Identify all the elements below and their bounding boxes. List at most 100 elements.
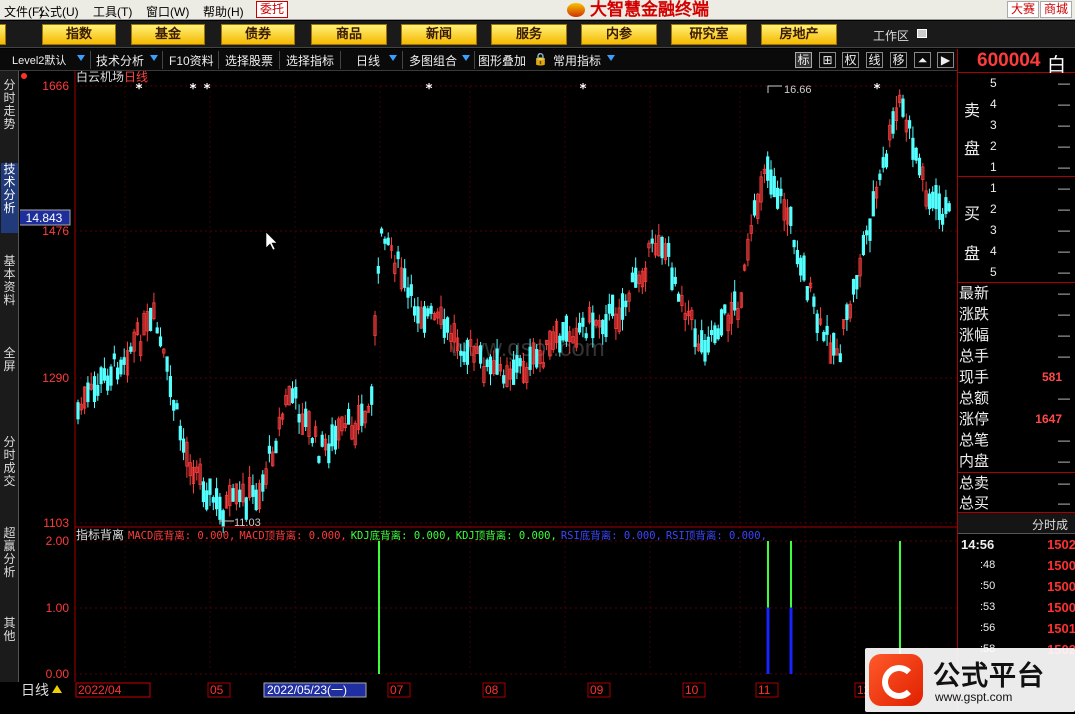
candle-body xyxy=(703,339,707,362)
candle-body xyxy=(211,497,215,503)
tick-price: 1500 xyxy=(1047,558,1075,573)
nav-insider-button[interactable]: 内参 xyxy=(581,24,657,45)
order-level: 2 xyxy=(990,139,997,153)
toolbar-technical-analysis[interactable]: 技术分析 xyxy=(96,52,144,69)
candle-body xyxy=(109,366,113,386)
order-book-row[interactable]: 1— xyxy=(958,178,1075,199)
gspt-logo-icon xyxy=(869,654,923,706)
toolbar-period-daily[interactable]: 日线 xyxy=(356,52,380,69)
settings-gear-icon[interactable] xyxy=(21,73,27,79)
indicator-term: RSI顶背离: 0.000, xyxy=(666,529,767,542)
stat-value: — xyxy=(1058,286,1070,300)
kline-chart[interactable]: 白云机场 日线 1666147612901103 14.843 www.gspt… xyxy=(20,71,957,682)
candle-body xyxy=(116,367,120,380)
tab-other[interactable]: 其他 xyxy=(1,617,18,657)
candle-body xyxy=(611,294,615,316)
dropdown-arrow-icon[interactable] xyxy=(389,55,397,61)
toolbar-select-indicator[interactable]: 选择指标 xyxy=(286,52,334,69)
toolbar-overlay[interactable]: 图形叠加 xyxy=(478,52,526,69)
line-tool-icon[interactable]: 线 xyxy=(866,52,883,68)
order-book-row[interactable]: 5— xyxy=(958,73,1075,94)
menu-help[interactable]: 帮助(H) xyxy=(203,3,244,20)
order-book-row[interactable]: 4— xyxy=(958,241,1075,262)
dropdown-arrow-icon[interactable] xyxy=(607,55,615,61)
nav-research-button[interactable]: 研究室 xyxy=(671,24,747,45)
order-book-row[interactable]: 3— xyxy=(958,220,1075,241)
tab-superwin[interactable]: 超赢分析 xyxy=(1,527,18,597)
tab-tick-trades[interactable]: 分时成交 xyxy=(1,436,18,506)
move-tool-icon[interactable]: 移 xyxy=(890,52,907,68)
toolbar-divider xyxy=(162,51,163,69)
candle-body xyxy=(584,333,588,339)
lock-icon[interactable]: 🔒 xyxy=(532,52,549,68)
tab-fundamentals[interactable]: 基本资料 xyxy=(1,255,18,325)
dropdown-arrow-icon[interactable] xyxy=(150,55,158,61)
nav-fund-button[interactable]: 基金 xyxy=(131,24,205,45)
nav-commodity-button[interactable]: 商品 xyxy=(311,24,387,45)
date-highlight: 2022/05/23(一) xyxy=(267,683,347,697)
menu-formula[interactable]: 公式(U) xyxy=(38,3,79,20)
order-level: 3 xyxy=(990,118,997,132)
candle-body xyxy=(376,265,380,274)
dropdown-arrow-icon[interactable] xyxy=(77,55,85,61)
tab-intraday[interactable]: 分时走势 xyxy=(1,79,18,149)
nav-realestate-button[interactable]: 房地产 xyxy=(761,24,837,45)
date-axis-bar[interactable]: 日线 2022/04 0506070809101112 2022/05/23(一… xyxy=(20,682,957,712)
signal-star-marker: * xyxy=(204,82,211,97)
toolbar-common-indicators[interactable]: 常用指标 xyxy=(553,52,601,69)
candle-body xyxy=(360,403,364,426)
chart-background xyxy=(20,71,957,682)
toolbar-multi-chart[interactable]: 多图组合 xyxy=(409,52,457,69)
candle-body xyxy=(561,321,565,341)
nav-index-button[interactable]: 指数 xyxy=(42,24,116,45)
toolbar-f10[interactable]: F10资料 xyxy=(169,52,214,69)
order-book-row[interactable]: 5— xyxy=(958,262,1075,283)
date-start-label: 2022/04 xyxy=(78,683,122,697)
ticks-header[interactable]: 分时成 xyxy=(958,512,1075,534)
order-book-row[interactable]: 1— xyxy=(958,157,1075,178)
order-value: — xyxy=(1058,202,1070,216)
toolbar-level2[interactable]: Level2默认 xyxy=(12,52,66,68)
entrust-button[interactable]: 委托 xyxy=(256,1,289,18)
nav-service-button[interactable]: 服务 xyxy=(491,24,567,45)
candle-body xyxy=(178,425,182,441)
stat-row: 内盘 — xyxy=(958,451,1075,472)
nav-bond-button[interactable]: 债券 xyxy=(221,24,295,45)
mall-button[interactable]: 商城 xyxy=(1040,1,1073,18)
nav-news-button[interactable]: 新闻 xyxy=(401,24,477,45)
tab-fullscreen[interactable]: 全屏 xyxy=(1,347,18,387)
candle-body xyxy=(518,358,522,367)
toolbar-select-stock[interactable]: 选择股票 xyxy=(225,52,273,69)
date-tick-label: 08 xyxy=(485,683,499,697)
dropdown-arrow-icon[interactable] xyxy=(462,55,470,61)
next-icon[interactable]: ▶ xyxy=(937,52,954,68)
crosshair-tool-icon[interactable]: ⊞ xyxy=(819,52,836,68)
tab-technical-analysis[interactable]: 技术分析 xyxy=(1,163,18,233)
stat-label: 总手 xyxy=(959,348,990,365)
candle-body xyxy=(112,353,116,360)
workzone-label[interactable]: 工作区 xyxy=(873,27,909,44)
menu-window[interactable]: 窗口(W) xyxy=(146,3,189,20)
stat-row: 总买 — xyxy=(958,493,1075,514)
indicator-title: 指标背离 xyxy=(76,527,124,542)
order-book-row[interactable]: 2— xyxy=(958,199,1075,220)
contest-button[interactable]: 大赛 xyxy=(1007,1,1040,18)
candle-body xyxy=(706,336,710,353)
candle-body xyxy=(752,200,757,216)
candle-body xyxy=(733,291,737,311)
menu-tools[interactable]: 工具(T) xyxy=(93,3,132,20)
candle-body xyxy=(713,325,717,344)
rights-tool-icon[interactable]: 权 xyxy=(842,52,859,68)
candle-body xyxy=(944,197,948,214)
stat-value: 581 xyxy=(1041,370,1062,384)
order-book-row[interactable]: 2— xyxy=(958,136,1075,157)
order-book-row[interactable]: 4— xyxy=(958,94,1075,115)
mail-icon[interactable] xyxy=(917,29,927,38)
order-book-row[interactable]: 3— xyxy=(958,115,1075,136)
mark-tool-icon[interactable]: 标 xyxy=(795,52,812,68)
tick-row: 14:56 1502 xyxy=(958,534,1075,555)
price-tick-label: 1666 xyxy=(42,79,69,93)
period-switch[interactable]: 日线 xyxy=(21,682,49,698)
candle-body xyxy=(485,359,489,367)
expand-icon[interactable]: ⏶ xyxy=(914,52,931,68)
